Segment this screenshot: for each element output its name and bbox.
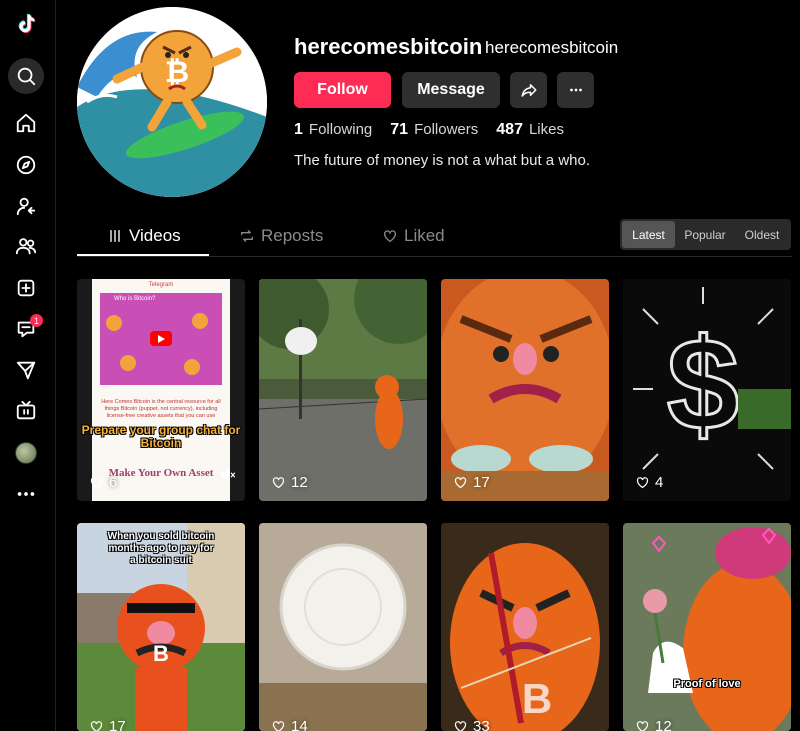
heart-outline-icon	[636, 477, 649, 489]
following-stat[interactable]: 1 Following	[294, 121, 372, 139]
video-tile[interactable]: 17	[441, 279, 609, 501]
search-icon[interactable]	[8, 58, 44, 94]
more-options-button[interactable]	[557, 72, 594, 108]
share-icon	[521, 84, 536, 97]
view-count: 14	[271, 718, 308, 731]
heart-outline-icon	[272, 477, 285, 489]
live-icon[interactable]	[8, 393, 44, 429]
sidebar: 1	[0, 0, 56, 731]
followers-stat[interactable]: 71 Followers	[390, 121, 478, 139]
tab-videos[interactable]: Videos	[107, 226, 181, 246]
view-count: 12	[635, 718, 672, 731]
heart-outline-icon	[454, 721, 467, 731]
heart-outline-icon	[272, 721, 285, 731]
active-tab-indicator	[77, 254, 209, 256]
liked-heart-icon	[384, 230, 396, 242]
mute-icon[interactable]	[219, 466, 237, 489]
view-count: 6	[89, 474, 117, 491]
view-count: 17	[453, 474, 490, 491]
tiktok-logo-icon[interactable]	[8, 6, 44, 42]
share-button[interactable]	[510, 72, 547, 108]
profile-username: herecomesbitcoin	[294, 34, 483, 59]
sort-popular-button[interactable]: Popular	[675, 221, 735, 248]
heart-outline-icon	[90, 477, 103, 489]
following-icon[interactable]	[8, 188, 44, 224]
heart-outline-icon	[454, 477, 467, 489]
tab-liked[interactable]: Liked	[382, 226, 445, 246]
friends-icon[interactable]	[8, 228, 44, 264]
follow-button[interactable]: Follow	[294, 72, 391, 108]
svg-text:B: B	[153, 641, 169, 666]
messages-icon[interactable]	[8, 352, 44, 388]
view-count: 4	[635, 474, 663, 491]
video-tile[interactable]: Proof of love 12	[623, 523, 791, 731]
explore-icon[interactable]	[8, 147, 44, 183]
video-tile[interactable]: 14	[259, 523, 427, 731]
svg-text:B: B	[522, 675, 552, 722]
video-tile[interactable]: Telegram Who is Bitcoin? Here Comes Bitc…	[77, 279, 245, 501]
heart-outline-icon	[90, 721, 103, 731]
video-tile[interactable]: B When you sold bitcoin months ago to pa…	[77, 523, 245, 731]
profile-bio: The future of money is not a what but a …	[294, 152, 591, 169]
message-button[interactable]: Message	[402, 72, 500, 108]
video-caption: Prepare your group chat for Bitcoin	[81, 423, 241, 450]
video-caption: Proof of love	[673, 678, 741, 690]
heart-outline-icon	[636, 721, 649, 731]
video-header-text: Telegram	[148, 282, 174, 288]
profile-avatar-icon[interactable]	[8, 435, 44, 471]
video-tile[interactable]: $ 4	[623, 279, 791, 501]
inbox-icon[interactable]: 1	[8, 311, 44, 347]
sort-toggle: Latest Popular Oldest	[620, 219, 791, 250]
profile-nickname: herecomesbitcoin	[485, 38, 619, 57]
ellipsis-icon	[569, 88, 582, 92]
tab-reposts[interactable]: Reposts	[239, 226, 323, 246]
svg-text:$: $	[667, 311, 739, 457]
view-count: 33	[453, 718, 490, 731]
repost-icon	[241, 230, 253, 242]
more-icon[interactable]	[8, 476, 44, 512]
sort-latest-button[interactable]: Latest	[622, 221, 675, 248]
home-icon[interactable]	[8, 105, 44, 141]
profile-avatar: ₿	[77, 7, 267, 197]
video-body-text: Here Comes Bitcoin is the central resour…	[101, 399, 221, 419]
view-count: 12	[271, 474, 308, 491]
profile-stats: 1 Following 71 Followers 487 Likes	[294, 121, 564, 139]
video-caption: When you sold bitcoin months ago to pay …	[107, 531, 215, 566]
sort-oldest-button[interactable]: Oldest	[735, 221, 789, 248]
video-tile[interactable]: B 33	[441, 523, 609, 731]
upload-icon[interactable]	[8, 270, 44, 306]
video-subtitle: Who is Bitcoin?	[114, 296, 156, 302]
notification-badge: 1	[30, 314, 43, 327]
videos-grid-icon	[110, 230, 120, 242]
video-tile[interactable]: 12	[259, 279, 427, 501]
likes-stat: 487 Likes	[496, 121, 564, 138]
bitcoin-symbol: ₿	[165, 56, 189, 89]
view-count: 17	[89, 718, 126, 731]
